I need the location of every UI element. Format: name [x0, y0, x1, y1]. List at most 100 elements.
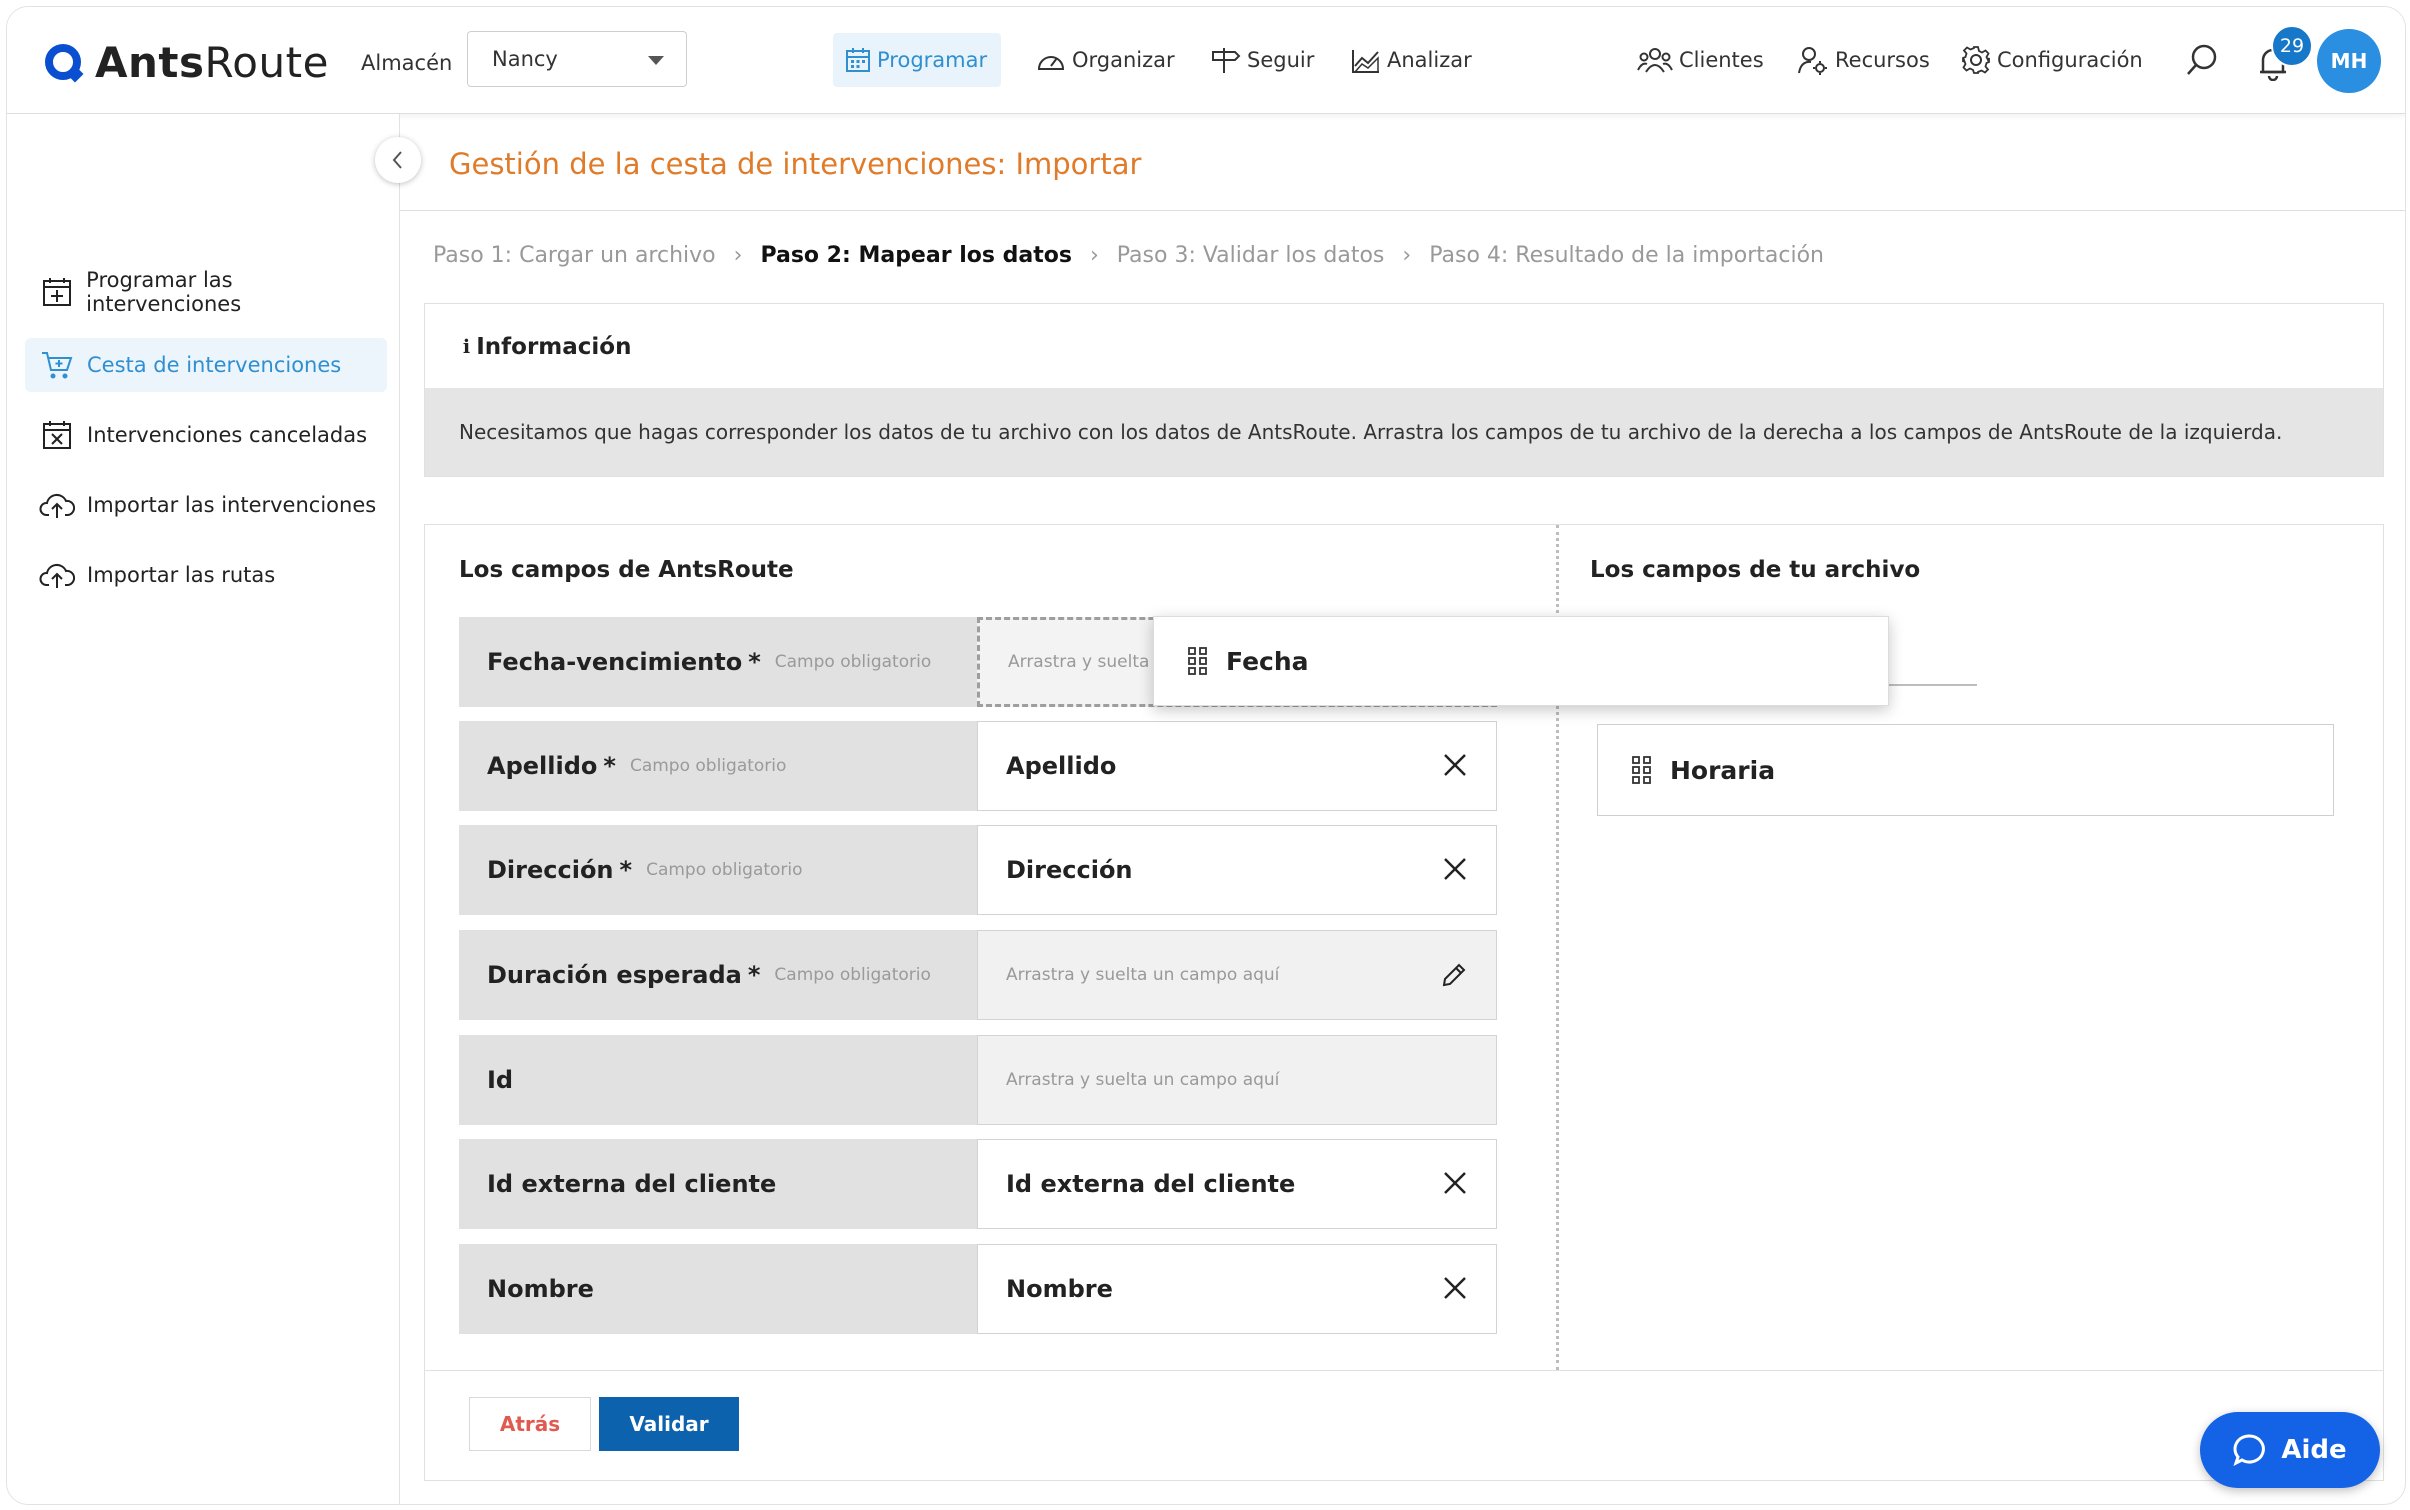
mapping-row-apellido: Apellido * Campo obligatorio Apellido	[459, 721, 1497, 811]
chart-icon	[1352, 50, 1379, 73]
search-icon[interactable]	[2185, 43, 2219, 81]
avatar[interactable]: MH	[2317, 29, 2381, 93]
breadcrumb-steps: Paso 1: Cargar un archivo › Paso 2: Mape…	[433, 243, 1824, 268]
cart-icon	[39, 350, 75, 380]
mapped-field[interactable]: Id externa del cliente	[977, 1139, 1497, 1229]
info-card: ℹ Información Necesitamos que hagas corr…	[424, 303, 2384, 477]
field-name: Fecha	[1226, 646, 1309, 676]
logo-text-bold: Ants	[95, 37, 205, 87]
file-fields-title: Los campos de tu archivo	[1590, 557, 1921, 583]
chevron-left-icon	[392, 151, 402, 169]
mapped-field-value: Dirección	[1006, 856, 1133, 884]
required-hint: Campo obligatorio	[646, 860, 803, 880]
sidebar-item-cesta-intervenciones[interactable]: Cesta de intervenciones	[25, 338, 387, 392]
step-1: Paso 1: Cargar un archivo	[433, 243, 716, 268]
calendar-plus-icon	[39, 277, 74, 307]
nav-label: Analizar	[1387, 48, 1472, 72]
sidebar-item-programar-intervenciones[interactable]: Programar las intervenciones	[25, 265, 387, 319]
drop-zone[interactable]: Arrastra y suelta un campo aquí	[977, 1035, 1497, 1125]
divider	[400, 210, 2405, 211]
signpost-icon	[1212, 48, 1241, 73]
field-name: Horaria	[1670, 755, 1776, 785]
mapped-field[interactable]: Dirección	[977, 825, 1497, 915]
drop-placeholder: Arrastra y suelta	[1008, 652, 1150, 672]
close-icon[interactable]	[1442, 1275, 1468, 1307]
resource-user-icon	[1798, 47, 1827, 75]
chevron-right-icon: ›	[1402, 243, 1412, 268]
nav-label: Seguir	[1247, 48, 1315, 72]
required-mark: *	[748, 648, 761, 676]
mapping-row-id-externa-cliente: Id externa del cliente Id externa del cl…	[459, 1139, 1497, 1229]
mapped-field-value: Apellido	[1006, 752, 1117, 780]
mapped-field-value: Nombre	[1006, 1275, 1113, 1303]
nav-label: Programar	[877, 48, 988, 72]
field-label: Nombre	[487, 1275, 594, 1303]
divider	[425, 1370, 2383, 1371]
chat-bubble-icon	[2233, 1434, 2266, 1466]
drop-zone[interactable]: Arrastra y suelta un campo aquí	[977, 930, 1497, 1020]
nav-label: Clientes	[1679, 48, 1764, 72]
antsroute-logo[interactable]: AntsRoute	[45, 37, 329, 87]
back-button[interactable]: Atrás	[469, 1397, 591, 1451]
close-icon[interactable]	[1442, 1170, 1468, 1202]
drop-placeholder: Arrastra y suelta un campo aquí	[1006, 965, 1280, 985]
sidebar-item-intervenciones-canceladas[interactable]: Intervenciones canceladas	[25, 408, 387, 462]
mapped-field-value: Id externa del cliente	[1006, 1170, 1296, 1198]
grip-icon	[1632, 756, 1652, 784]
sidebar-item-label: Importar las intervenciones	[87, 493, 377, 517]
drop-placeholder: Arrastra y suelta un campo aquí	[1006, 1070, 1280, 1090]
nav-organizar[interactable]: Organizar	[1036, 33, 1175, 87]
info-text: Necesitamos que hagas corresponder los d…	[425, 388, 2383, 476]
nav-analizar[interactable]: Analizar	[1351, 33, 1472, 87]
sidebar-item-label: Importar las rutas	[87, 563, 276, 587]
grip-icon	[1188, 647, 1208, 675]
sidebar: Programar las intervenciones Cesta de in…	[7, 114, 400, 1504]
file-field-item[interactable]: Horaria	[1597, 724, 2334, 816]
pencil-icon[interactable]	[1440, 961, 1468, 994]
sidebar-item-label: Intervenciones canceladas	[87, 423, 368, 447]
logo-mark-icon	[45, 44, 81, 80]
gauge-icon	[1037, 56, 1065, 70]
nav-label: Recursos	[1835, 48, 1930, 72]
nav-seguir[interactable]: Seguir	[1211, 33, 1314, 87]
gear-icon	[1962, 46, 1990, 74]
required-hint: Campo obligatorio	[774, 965, 931, 985]
field-label: Id	[487, 1066, 514, 1094]
nav-label: Organizar	[1072, 48, 1175, 72]
mapped-field[interactable]: Nombre	[977, 1244, 1497, 1334]
field-label: Apellido	[487, 752, 598, 780]
app-window: AntsRoute Almacén Nancy Programar Organi…	[6, 6, 2406, 1505]
mapping-row-id: Id Arrastra y suelta un campo aquí	[459, 1035, 1497, 1125]
validate-button[interactable]: Validar	[599, 1397, 739, 1451]
sidebar-item-label: Programar las intervenciones	[86, 268, 242, 316]
mapped-field[interactable]: Apellido	[977, 721, 1497, 811]
warehouse-value: Nancy	[492, 47, 558, 71]
mapping-row-nombre: Nombre Nombre	[459, 1244, 1497, 1334]
warehouse-select[interactable]: Nancy	[467, 31, 687, 87]
sidebar-item-importar-rutas[interactable]: Importar las rutas	[25, 548, 387, 602]
close-icon[interactable]	[1442, 752, 1468, 784]
field-label: Fecha-vencimiento	[487, 648, 743, 676]
nav-recursos[interactable]: Recursos	[1797, 33, 1930, 87]
close-icon[interactable]	[1442, 856, 1468, 888]
cloud-upload-icon	[39, 491, 75, 519]
sidebar-collapse-button[interactable]	[375, 137, 421, 183]
step-3: Paso 3: Validar los datos	[1116, 243, 1385, 268]
required-mark: *	[619, 856, 633, 884]
cloud-upload-icon	[39, 561, 75, 589]
required-mark: *	[603, 752, 616, 780]
required-hint: Campo obligatorio	[629, 756, 787, 776]
nav-configuracion[interactable]: Configuración	[1961, 33, 2143, 87]
warehouse-label: Almacén	[361, 51, 453, 75]
required-mark: *	[747, 961, 761, 989]
field-label: Dirección	[487, 856, 614, 884]
sidebar-item-importar-intervenciones[interactable]: Importar las intervenciones	[25, 478, 387, 532]
help-label: Aide	[2281, 1435, 2347, 1465]
nav-clientes[interactable]: Clientes	[1637, 33, 1764, 87]
nav-programar[interactable]: Programar	[833, 33, 1002, 87]
help-chat-button[interactable]: Aide	[2200, 1412, 2380, 1488]
dragging-file-field[interactable]: Fecha	[1153, 616, 1889, 706]
top-header: AntsRoute Almacén Nancy Programar Organi…	[7, 7, 2405, 114]
field-label: Duración esperada	[487, 961, 742, 989]
info-icon: ℹ	[463, 336, 471, 358]
